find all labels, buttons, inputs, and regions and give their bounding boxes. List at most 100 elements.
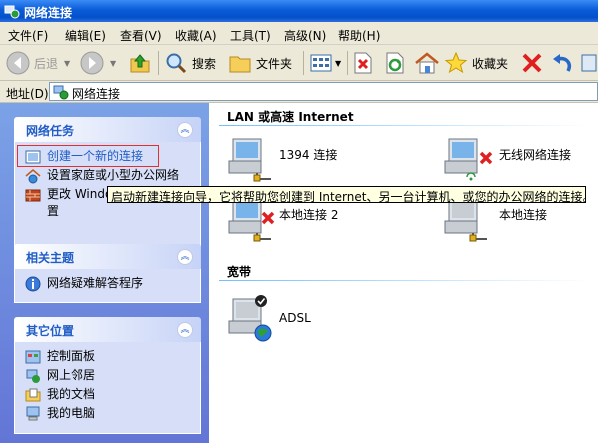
related-topics-header[interactable]: 相关主题 ︽ [14, 244, 201, 269]
back-label: 后退 [34, 56, 59, 71]
toolbar: 后退 ▼ ▼ 搜索 文件夹 ▼ 收藏夹 [0, 45, 598, 81]
control-panel-icon [25, 350, 41, 364]
other-places-header[interactable]: 其它位置 ︽ [14, 317, 201, 342]
place-control-panel-label: 控制面板 [47, 349, 96, 363]
lan-connection-icon [228, 138, 271, 182]
forward-button[interactable]: ▼ [80, 49, 116, 77]
connection-adsl-label: ADSL [279, 311, 311, 325]
info-icon [25, 276, 41, 292]
my-computer-icon [26, 406, 40, 421]
highlight-box [17, 145, 159, 167]
refresh-button[interactable] [384, 49, 406, 77]
more-tools-button[interactable] [580, 49, 598, 77]
home-network-icon [25, 169, 41, 184]
delete-document-icon [354, 52, 372, 74]
undo-arrow-icon [553, 54, 571, 72]
group-lan-title: LAN 或高速 Internet [227, 110, 354, 124]
search-icon [166, 53, 187, 74]
views-icon [310, 54, 332, 72]
stop-x-icon [522, 53, 542, 73]
place-my-computer-label: 我的电脑 [47, 406, 96, 420]
forward-dropdown-icon[interactable]: ▼ [110, 59, 116, 68]
menu-view[interactable]: 查看(V) [120, 27, 162, 44]
lan-connection-disabled-icon [228, 198, 275, 242]
group-broadband-divider [219, 280, 589, 281]
address-input[interactable]: 网络连接 [49, 82, 598, 101]
connection-local-label: 本地连接 [499, 208, 548, 222]
connection-local-2[interactable]: 本地连接 2 [227, 197, 387, 243]
network-tasks-title: 网络任务 [26, 124, 75, 138]
menu-help[interactable]: 帮助(H) [338, 27, 380, 44]
menu-edit[interactable]: 编辑(E) [65, 27, 106, 44]
tooltip: 启动新建连接向导，它将帮助您创建到 Internet、另一台计算机、或您的办公网… [107, 186, 586, 203]
collapse-chevron-icon[interactable]: ︽ [177, 322, 193, 338]
connection-wireless-label: 无线网络连接 [499, 148, 572, 162]
folders-button[interactable]: 文件夹 [228, 49, 292, 77]
wireless-connection-icon [444, 138, 493, 181]
star-icon [444, 51, 468, 74]
task-firewall-label-wrap: 置 [47, 204, 60, 218]
address-bar: 地址(D) 网络连接 [0, 81, 598, 103]
collapse-chevron-icon[interactable]: ︽ [177, 249, 193, 265]
task-home-network-label: 设置家庭或小型办公网络 [47, 168, 180, 182]
up-folder-button[interactable] [128, 49, 152, 77]
related-topics-panel: 相关主题 ︽ 网络疑难解答程序 [14, 244, 201, 303]
address-value: 网络连接 [72, 87, 121, 101]
place-my-computer[interactable]: 我的电脑 [25, 405, 200, 424]
connection-local-2-label: 本地连接 2 [279, 208, 339, 222]
window-title: 网络连接 [24, 6, 73, 20]
broadband-connection-icon [228, 295, 272, 342]
back-dropdown-icon[interactable]: ▼ [64, 59, 70, 68]
search-button[interactable]: 搜索 [164, 49, 216, 77]
refresh-icon [386, 52, 404, 74]
firewall-icon [25, 189, 41, 202]
network-connections-icon [4, 5, 20, 19]
place-network-neighborhood-label: 网上邻居 [47, 368, 96, 382]
undo-button[interactable] [550, 49, 574, 77]
menu-favorites[interactable]: 收藏(A) [175, 27, 217, 44]
network-places-icon [26, 369, 40, 383]
title-bar[interactable]: 网络连接 [0, 0, 598, 22]
other-places-title: 其它位置 [26, 324, 75, 338]
place-my-documents[interactable]: 我的文档 [25, 386, 200, 405]
favorites-button[interactable]: 收藏夹 [444, 49, 508, 77]
network-connections-icon [53, 85, 69, 100]
favorites-label: 收藏夹 [472, 56, 509, 71]
delete-button[interactable] [352, 49, 374, 77]
network-tasks-header[interactable]: 网络任务 ︽ [14, 117, 201, 142]
place-network-neighborhood[interactable]: 网上邻居 [25, 367, 200, 386]
views-button[interactable]: ▼ [309, 49, 341, 77]
place-my-documents-label: 我的文档 [47, 387, 96, 401]
my-documents-icon [25, 388, 41, 402]
menu-tools[interactable]: 工具(T) [230, 27, 271, 44]
forward-arrow-icon [80, 51, 104, 75]
connection-1394[interactable]: 1394 连接 [227, 137, 387, 183]
task-home-network[interactable]: 设置家庭或小型办公网络 [25, 167, 200, 186]
back-button[interactable]: 后退 ▼ [6, 49, 70, 77]
connection-wireless[interactable]: 无线网络连接 [443, 137, 598, 183]
place-control-panel[interactable]: 控制面板 [25, 348, 200, 367]
stop-button[interactable] [520, 49, 544, 77]
folder-icon [229, 56, 251, 73]
related-troubleshooter[interactable]: 网络疑难解答程序 [25, 275, 200, 294]
network-tasks-panel: 网络任务 ︽ 创建一个新的连接 设置家庭或小型办公网络 更改 Windows 置 [14, 117, 201, 250]
menu-bar: 文件(F) 编辑(E) 查看(V) 收藏(A) 工具(T) 高级(N) 帮助(H… [0, 22, 598, 45]
related-troubleshooter-label: 网络疑难解答程序 [47, 276, 144, 290]
home-icon [415, 52, 439, 74]
collapse-chevron-icon[interactable]: ︽ [177, 122, 193, 138]
search-label: 搜索 [192, 56, 217, 71]
lan-connection-icon [444, 198, 487, 242]
other-places-panel: 其它位置 ︽ 控制面板 网上邻居 我的文档 我的电脑 [14, 317, 201, 434]
connection-1394-label: 1394 连接 [279, 148, 338, 162]
home-button[interactable] [414, 49, 440, 77]
connections-view: LAN 或高速 Internet 1394 连接 无线网络连接 本地连接 2 本… [209, 103, 598, 443]
related-topics-title: 相关主题 [26, 251, 75, 265]
menu-file[interactable]: 文件(F) [8, 27, 48, 44]
back-arrow-icon [6, 51, 30, 75]
connection-local[interactable]: 本地连接 [443, 197, 598, 243]
views-dropdown-icon[interactable]: ▼ [335, 59, 341, 68]
group-lan-divider [219, 125, 589, 126]
connection-adsl[interactable]: ADSL [227, 293, 387, 342]
menu-advanced[interactable]: 高级(N) [284, 27, 326, 44]
group-broadband-title: 宽带 [227, 265, 252, 279]
